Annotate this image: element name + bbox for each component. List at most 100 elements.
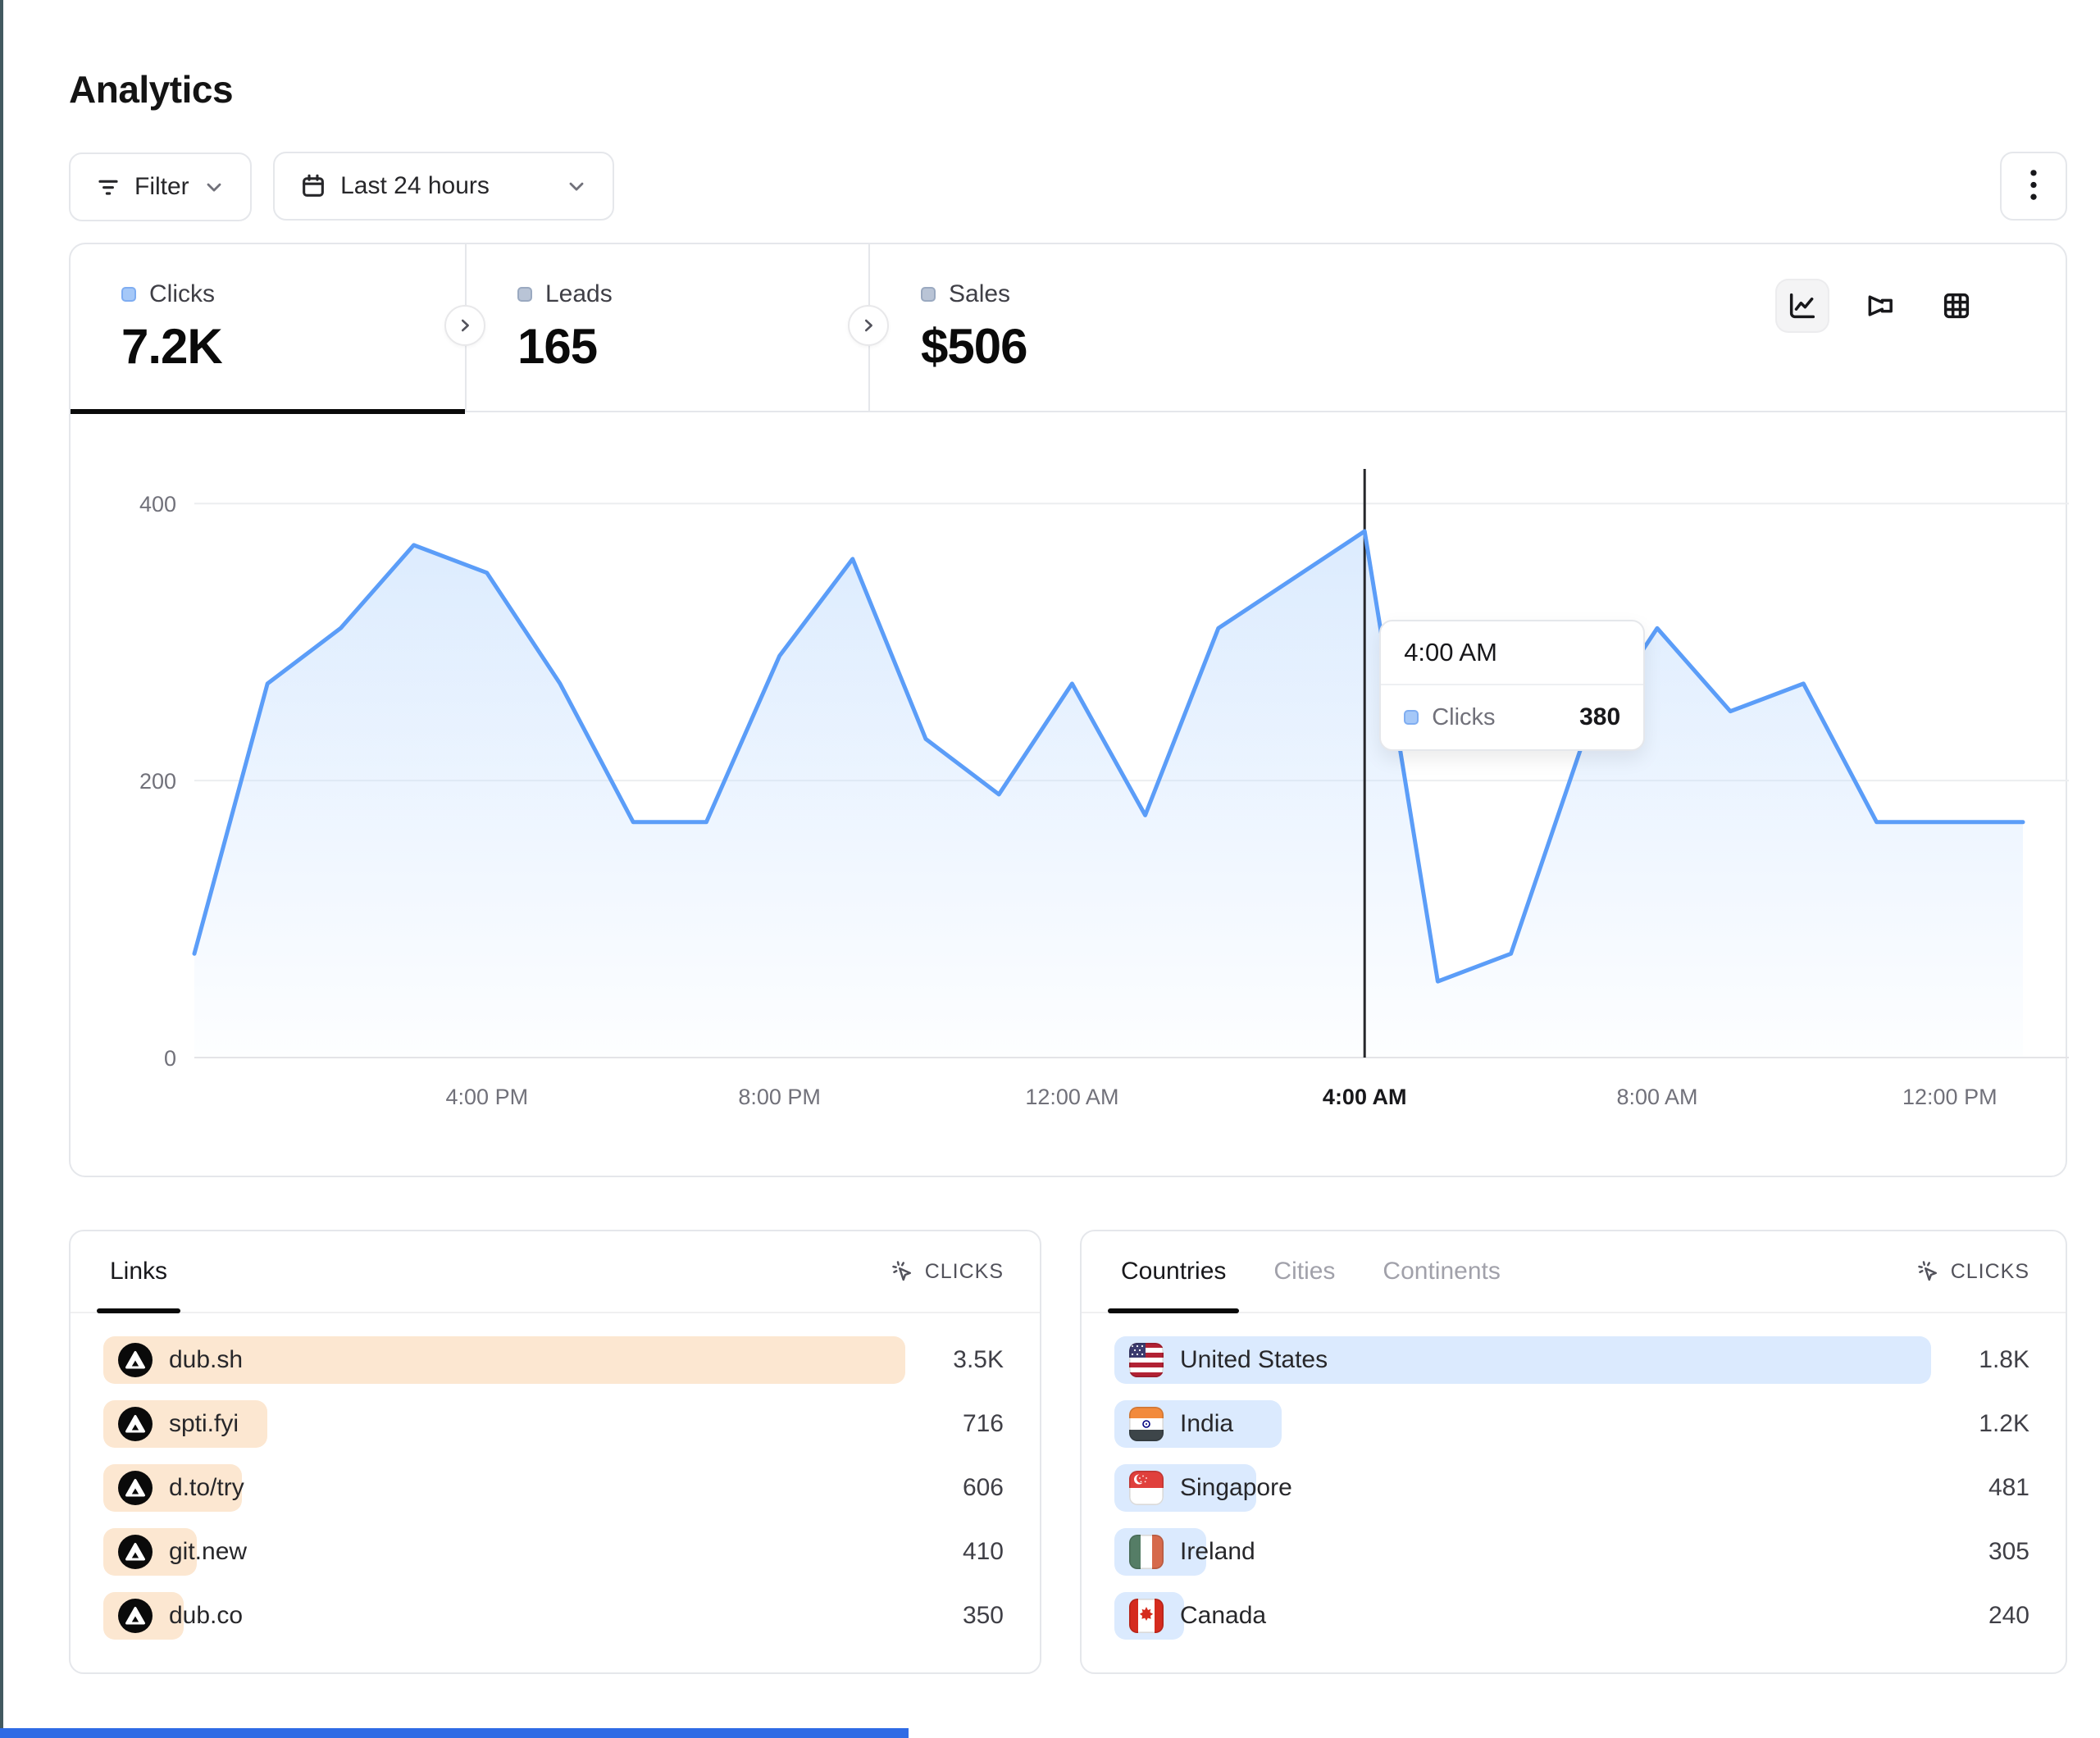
countries-panel-header: Countries Cities Continents CLICKS xyxy=(1082,1231,2066,1313)
dub-logo-icon xyxy=(118,1599,153,1633)
sg-flag-icon xyxy=(1129,1471,1164,1505)
tab-countries[interactable]: Countries xyxy=(1121,1231,1226,1312)
row-bar-area: dub.sh xyxy=(103,1336,905,1384)
y-axis-tick: 400 xyxy=(139,492,176,516)
row-content: spti.fyi xyxy=(103,1400,905,1448)
row-bar-area: Singapore xyxy=(1114,1464,1931,1512)
table-row[interactable]: git.new 410 xyxy=(103,1528,1004,1576)
table-row[interactable]: d.to/try606 xyxy=(103,1464,1004,1512)
us-flag-icon xyxy=(1129,1343,1164,1377)
table-view-button[interactable] xyxy=(1929,279,1984,333)
controls-row: Filter Last 24 hours xyxy=(69,152,2067,221)
x-axis-tick: 4:00 AM xyxy=(1323,1085,1407,1109)
x-axis-tick: 4:00 PM xyxy=(446,1085,529,1109)
leads-tab-label: Leads xyxy=(545,280,613,308)
countries-rows: United States1.8K India 1.2K Singapore 481 Ir… xyxy=(1082,1313,2066,1640)
links-metric-label: CLICKS xyxy=(925,1260,1004,1284)
tab-links[interactable]: Links xyxy=(110,1231,167,1312)
row-value: 1.2K xyxy=(1931,1410,2029,1438)
expand-clicks-leads-button[interactable] xyxy=(444,305,485,346)
cursor-click-icon xyxy=(891,1259,915,1284)
row-label: d.to/try xyxy=(169,1474,244,1502)
sales-tab-value: $506 xyxy=(921,318,1278,375)
clicks-area-fill xyxy=(194,531,2023,1058)
row-label: India xyxy=(1180,1410,1233,1438)
more-options-button[interactable] xyxy=(2000,152,2067,221)
table-row[interactable]: India 1.2K xyxy=(1114,1400,2029,1448)
row-value: 305 xyxy=(1931,1538,2029,1566)
x-axis-tick: 8:00 PM xyxy=(738,1085,821,1109)
page-bottom-accent-bar xyxy=(0,1728,909,1738)
expand-leads-sales-button[interactable] xyxy=(848,305,889,346)
countries-panel-tabs: Countries Cities Continents xyxy=(1121,1231,1501,1312)
ca-flag-icon xyxy=(1129,1599,1164,1633)
row-label: dub.co xyxy=(169,1602,243,1630)
table-row[interactable]: dub.co350 xyxy=(103,1592,1004,1640)
row-content: dub.sh xyxy=(103,1336,905,1384)
line-chart-view-button[interactable] xyxy=(1775,279,1829,333)
table-grid-icon xyxy=(1940,289,1973,322)
row-bar-area: Canada xyxy=(1114,1592,1931,1640)
row-label: dub.sh xyxy=(169,1346,243,1374)
leads-legend-icon xyxy=(517,287,532,302)
countries-panel: Countries Cities Continents CLICKS United … xyxy=(1080,1230,2067,1674)
row-label: Singapore xyxy=(1180,1474,1292,1502)
countries-metric-label: CLICKS xyxy=(1951,1260,2029,1284)
tab-sales[interactable]: Sales $506 xyxy=(868,244,1278,412)
row-content: d.to/try xyxy=(103,1464,905,1512)
countries-metric[interactable]: CLICKS xyxy=(1916,1259,2029,1284)
row-label: Ireland xyxy=(1180,1538,1255,1566)
row-bar-area: United States xyxy=(1114,1336,1931,1384)
row-content: United States xyxy=(1114,1336,1931,1384)
chevron-down-icon xyxy=(565,175,588,198)
date-range-label: Last 24 hours xyxy=(340,172,490,200)
row-bar-area: India xyxy=(1114,1400,1931,1448)
row-value: 716 xyxy=(905,1410,1004,1438)
clicks-legend-icon xyxy=(1404,710,1419,725)
date-range-button[interactable]: Last 24 hours xyxy=(273,152,614,221)
funnel-view-button[interactable] xyxy=(1852,279,1906,333)
row-bar-area: dub.co xyxy=(103,1592,905,1640)
dub-logo-icon xyxy=(118,1407,153,1441)
clicks-tab-value: 7.2K xyxy=(121,318,465,375)
row-content: Ireland xyxy=(1114,1528,1931,1576)
x-axis-tick: 12:00 AM xyxy=(1025,1085,1118,1109)
table-row[interactable]: dub.sh 3.5K xyxy=(103,1336,1004,1384)
tab-leads[interactable]: Leads 165 xyxy=(465,244,868,412)
line-chart-icon xyxy=(1786,289,1819,322)
row-label: Canada xyxy=(1180,1602,1266,1630)
row-value: 481 xyxy=(1931,1474,2029,1502)
tooltip-time: 4:00 AM xyxy=(1381,621,1643,685)
tab-continents[interactable]: Continents xyxy=(1383,1231,1500,1312)
table-row[interactable]: Ireland 305 xyxy=(1114,1528,2029,1576)
kebab-menu-icon xyxy=(2021,168,2046,204)
ie-flag-icon xyxy=(1129,1535,1164,1569)
row-label: United States xyxy=(1180,1346,1328,1374)
table-row[interactable]: Singapore 481 xyxy=(1114,1464,2029,1512)
row-bar-area: git.new xyxy=(103,1528,905,1576)
funnel-chart-icon xyxy=(1863,289,1896,322)
table-row[interactable]: United States1.8K xyxy=(1114,1336,2029,1384)
row-content: Singapore xyxy=(1114,1464,1931,1512)
tab-cities[interactable]: Cities xyxy=(1273,1231,1335,1312)
chart-tooltip: 4:00 AM Clicks 380 xyxy=(1379,620,1645,751)
filter-button[interactable]: Filter xyxy=(69,152,252,221)
row-value: 3.5K xyxy=(905,1346,1004,1374)
tab-clicks[interactable]: Clicks 7.2K xyxy=(71,244,465,412)
table-row[interactable]: Canada240 xyxy=(1114,1592,2029,1640)
row-content: dub.co xyxy=(103,1592,905,1640)
y-axis-tick: 200 xyxy=(139,769,176,794)
row-bar-area: d.to/try xyxy=(103,1464,905,1512)
row-bar-area: spti.fyi xyxy=(103,1400,905,1448)
window-left-edge xyxy=(0,0,3,1738)
clicks-chart[interactable]: 02004004:00 PM8:00 PM12:00 AM4:00 AM8:00… xyxy=(71,469,2069,1133)
chevron-down-icon xyxy=(203,175,225,198)
row-content: git.new xyxy=(103,1528,905,1576)
row-content: India xyxy=(1114,1400,1931,1448)
row-label: git.new xyxy=(169,1538,247,1566)
links-metric[interactable]: CLICKS xyxy=(891,1259,1004,1284)
cursor-click-icon xyxy=(1916,1259,1941,1284)
tooltip-series-label: Clicks xyxy=(1432,704,1566,731)
table-row[interactable]: spti.fyi716 xyxy=(103,1400,1004,1448)
row-value: 410 xyxy=(905,1538,1004,1566)
